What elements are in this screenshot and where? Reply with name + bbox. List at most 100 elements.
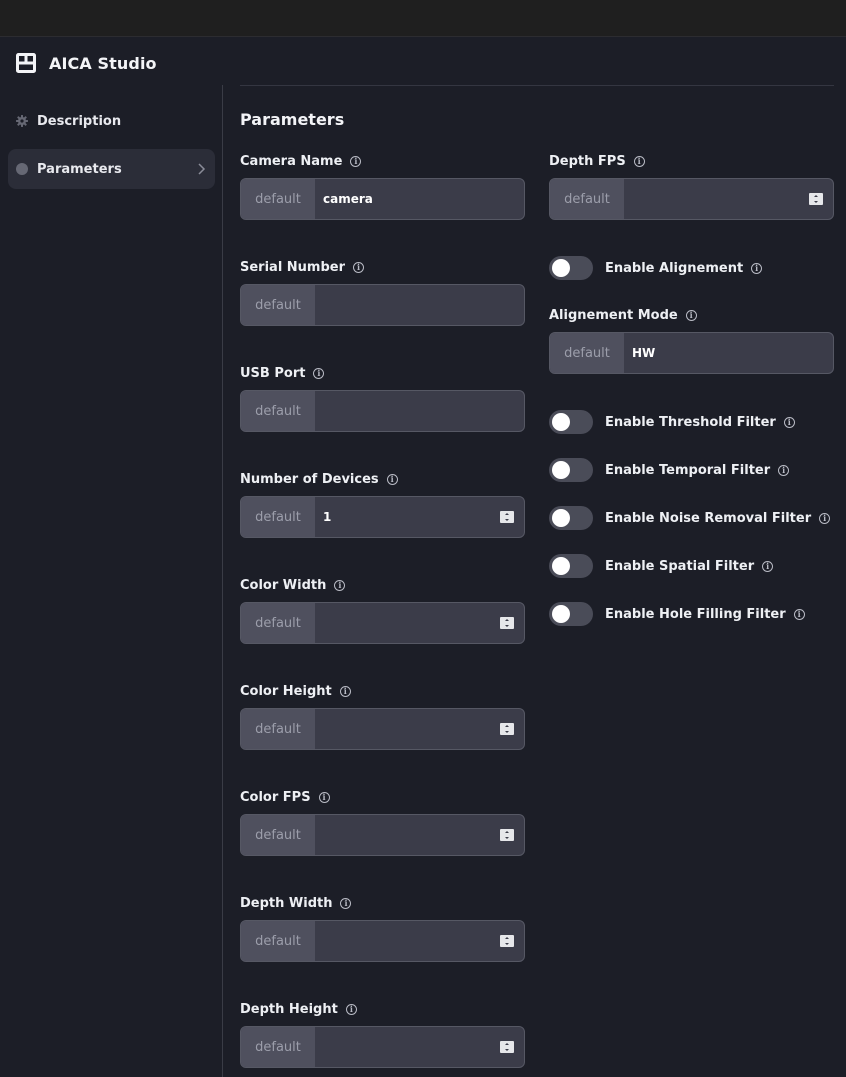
- default-prefix: default: [550, 333, 624, 373]
- number-of-devices-field[interactable]: default 1: [240, 496, 525, 538]
- number-stepper-icon[interactable]: [500, 617, 514, 629]
- serial-number-label: Serial Number i: [240, 258, 365, 276]
- depth-height-value[interactable]: [315, 1027, 524, 1067]
- enable-hole-filling-filter-toggle[interactable]: [549, 602, 593, 626]
- enable-noise-removal-filter-label: Enable Noise Removal Filter: [605, 510, 812, 526]
- number-stepper-icon[interactable]: [500, 829, 514, 841]
- info-icon[interactable]: i: [633, 155, 645, 167]
- enable-noise-removal-filter-toggle[interactable]: [549, 506, 593, 530]
- info-icon[interactable]: i: [386, 473, 398, 485]
- info-icon[interactable]: i: [334, 579, 346, 591]
- color-height-field[interactable]: default: [240, 708, 525, 750]
- enable-threshold-filter-row: Enable Threshold Filter i: [549, 410, 795, 434]
- usb-port-label: USB Port i: [240, 364, 325, 382]
- info-icon[interactable]: i: [350, 155, 362, 167]
- color-fps-value[interactable]: [315, 815, 524, 855]
- default-prefix: default: [241, 709, 315, 749]
- usb-port-field[interactable]: default: [240, 390, 525, 432]
- enable-hole-filling-filter-row: Enable Hole Filling Filter i: [549, 602, 805, 626]
- chevron-right-icon: [198, 163, 206, 175]
- depth-width-value[interactable]: [315, 921, 524, 961]
- usb-port-value[interactable]: [315, 391, 524, 431]
- info-icon[interactable]: i: [313, 367, 325, 379]
- toggle-knob: [552, 605, 570, 623]
- serial-number-field[interactable]: default: [240, 284, 525, 326]
- info-icon[interactable]: i: [353, 261, 365, 273]
- depth-fps-value[interactable]: [624, 179, 833, 219]
- alignment-mode-value[interactable]: HW: [624, 333, 833, 373]
- enable-alignment-toggle[interactable]: [549, 256, 593, 280]
- circle-dot-icon: [16, 163, 28, 175]
- info-icon[interactable]: i: [685, 309, 697, 321]
- window-top-bar: [0, 0, 846, 37]
- enable-alignment-row: Enable Alignement i: [549, 256, 763, 280]
- gear-icon: [16, 115, 28, 127]
- enable-spatial-filter-toggle[interactable]: [549, 554, 593, 578]
- depth-fps-field[interactable]: default: [549, 178, 834, 220]
- color-width-value[interactable]: [315, 603, 524, 643]
- enable-temporal-filter-toggle[interactable]: [549, 458, 593, 482]
- enable-spatial-filter-label: Enable Spatial Filter: [605, 558, 755, 574]
- header-divider: [240, 85, 834, 86]
- info-icon[interactable]: i: [339, 685, 351, 697]
- info-icon[interactable]: i: [751, 262, 763, 274]
- info-icon[interactable]: i: [778, 464, 790, 476]
- default-prefix: default: [241, 603, 315, 643]
- enable-threshold-filter-toggle[interactable]: [549, 410, 593, 434]
- info-icon[interactable]: i: [318, 791, 330, 803]
- camera-name-label: Camera Name i: [240, 152, 362, 170]
- sidebar-item-parameters[interactable]: Parameters: [8, 149, 215, 189]
- default-prefix: default: [241, 1027, 315, 1067]
- depth-width-field[interactable]: default: [240, 920, 525, 962]
- depth-height-field[interactable]: default: [240, 1026, 525, 1068]
- depth-width-label: Depth Width i: [240, 894, 352, 912]
- alignment-mode-field[interactable]: default HW: [549, 332, 834, 374]
- color-fps-label: Color FPS i: [240, 788, 330, 806]
- color-width-label: Color Width i: [240, 576, 346, 594]
- toggle-knob: [552, 461, 570, 479]
- info-icon[interactable]: i: [345, 1003, 357, 1015]
- toggle-knob: [552, 259, 570, 277]
- info-icon[interactable]: i: [793, 608, 805, 620]
- color-height-value[interactable]: [315, 709, 524, 749]
- default-prefix: default: [241, 391, 315, 431]
- default-prefix: default: [241, 921, 315, 961]
- number-stepper-icon[interactable]: [500, 723, 514, 735]
- alignment-mode-label: Alignement Mode i: [549, 306, 697, 324]
- toggle-knob: [552, 557, 570, 575]
- number-stepper-icon[interactable]: [500, 1041, 514, 1053]
- color-width-field[interactable]: default: [240, 602, 525, 644]
- enable-temporal-filter-label: Enable Temporal Filter: [605, 462, 771, 478]
- camera-name-value[interactable]: camera: [315, 179, 524, 219]
- number-of-devices-label: Number of Devices i: [240, 470, 398, 488]
- info-icon[interactable]: i: [762, 560, 774, 572]
- camera-name-field[interactable]: default camera: [240, 178, 525, 220]
- serial-number-value[interactable]: [315, 285, 524, 325]
- default-prefix: default: [550, 179, 624, 219]
- default-prefix: default: [241, 179, 315, 219]
- page-title: Parameters: [240, 110, 345, 129]
- color-height-label: Color Height i: [240, 682, 351, 700]
- number-stepper-icon[interactable]: [809, 193, 823, 205]
- number-stepper-icon[interactable]: [500, 511, 514, 523]
- enable-threshold-filter-label: Enable Threshold Filter: [605, 414, 776, 430]
- layout-grid-icon: [16, 53, 36, 73]
- enable-alignment-label: Enable Alignement: [605, 260, 744, 276]
- info-icon[interactable]: i: [819, 512, 831, 524]
- app-brand: AICA Studio: [16, 50, 157, 76]
- number-of-devices-value[interactable]: 1: [315, 497, 524, 537]
- number-stepper-icon[interactable]: [500, 935, 514, 947]
- sidebar-item-label: Parameters: [37, 161, 122, 177]
- sidebar-item-label: Description: [37, 113, 122, 129]
- info-icon[interactable]: i: [340, 897, 352, 909]
- sidebar-item-description[interactable]: Description: [8, 101, 215, 141]
- enable-temporal-filter-row: Enable Temporal Filter i: [549, 458, 790, 482]
- enable-spatial-filter-row: Enable Spatial Filter i: [549, 554, 774, 578]
- default-prefix: default: [241, 285, 315, 325]
- toggle-knob: [552, 413, 570, 431]
- info-icon[interactable]: i: [783, 416, 795, 428]
- enable-noise-removal-filter-row: Enable Noise Removal Filter i: [549, 506, 831, 530]
- color-fps-field[interactable]: default: [240, 814, 525, 856]
- default-prefix: default: [241, 815, 315, 855]
- depth-height-label: Depth Height i: [240, 1000, 357, 1018]
